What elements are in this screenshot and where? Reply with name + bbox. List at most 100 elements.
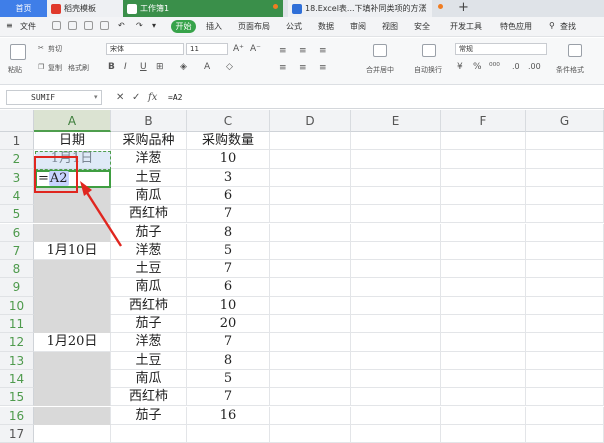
cell-b17[interactable] [111, 424, 187, 443]
cell-b9[interactable]: 南瓜 [111, 278, 187, 297]
cell-b13[interactable]: 土豆 [111, 351, 187, 370]
redo-icon[interactable]: ↷ [136, 21, 143, 30]
cell-b12[interactable]: 洋葱 [111, 333, 187, 352]
cell-c11[interactable]: 20 [187, 315, 270, 334]
copy-icon[interactable]: ❐ [38, 63, 44, 71]
cell-f2[interactable] [441, 150, 526, 169]
merge-icon[interactable] [373, 44, 387, 57]
cell-a16[interactable] [34, 406, 111, 425]
paste-button[interactable]: 粘贴 [8, 65, 22, 75]
cell-f6[interactable] [441, 223, 526, 242]
cell-e4[interactable] [351, 186, 441, 206]
quick-access-dropdown-icon[interactable]: ▾ [152, 21, 156, 30]
cut-button[interactable]: 剪切 [48, 44, 62, 54]
row-header-1[interactable]: 1 [0, 132, 34, 151]
cell-g8[interactable] [526, 260, 604, 279]
font-shrink-icon[interactable]: A⁻ [250, 44, 261, 54]
menu-search[interactable]: 查找 [560, 21, 576, 32]
row-header-5[interactable]: 5 [0, 205, 34, 224]
column-header-d[interactable]: D [270, 110, 351, 132]
align-center-icon[interactable]: ≡ [299, 63, 307, 73]
cell-b10[interactable]: 西红柿 [111, 296, 187, 315]
cell-b5[interactable]: 西红柿 [111, 205, 187, 224]
column-header-a[interactable]: A [34, 110, 111, 132]
column-header-g[interactable]: G [526, 110, 604, 132]
cell-g16[interactable] [526, 406, 604, 425]
cell-e3[interactable] [351, 168, 441, 187]
cell-d17[interactable] [270, 424, 351, 443]
cell-e7[interactable] [351, 241, 441, 261]
font-name-select[interactable]: 宋体 [106, 43, 184, 55]
cell-c12[interactable]: 7 [187, 333, 270, 352]
cell-b14[interactable]: 南瓜 [111, 369, 187, 389]
font-color-icon[interactable]: A [204, 62, 210, 72]
cell-c1[interactable]: 采购数量 [187, 132, 270, 151]
decrease-decimal-icon[interactable]: .00 [528, 62, 541, 71]
cell-a11[interactable] [34, 315, 111, 334]
row-header-7[interactable]: 7 [0, 241, 34, 261]
row-header-13[interactable]: 13 [0, 351, 34, 370]
row-header-2[interactable]: 2 [0, 150, 34, 169]
cell-e5[interactable] [351, 205, 441, 224]
cell-a5[interactable] [34, 205, 111, 224]
cell-a17[interactable] [34, 424, 111, 443]
cell-a15[interactable] [34, 388, 111, 407]
confirm-icon[interactable]: ✓ [132, 92, 140, 103]
tab-home[interactable]: 首页 [0, 0, 47, 17]
column-header-b[interactable]: B [111, 110, 187, 132]
row-header-16[interactable]: 16 [0, 406, 34, 425]
cell-a9[interactable] [34, 278, 111, 297]
menu-file[interactable]: 文件 [20, 21, 36, 32]
copy-button[interactable]: 复制 [48, 63, 62, 73]
cell-c3[interactable]: 3 [187, 168, 270, 187]
tab-template[interactable]: 稻壳模板 [47, 0, 123, 17]
cell-e6[interactable] [351, 223, 441, 242]
cell-f14[interactable] [441, 369, 526, 389]
cell-a6[interactable] [34, 223, 111, 242]
cell-b3[interactable]: 土豆 [111, 168, 187, 187]
cell-c13[interactable]: 8 [187, 351, 270, 370]
cell-g7[interactable] [526, 241, 604, 261]
cell-g4[interactable] [526, 186, 604, 206]
row-header-15[interactable]: 15 [0, 388, 34, 407]
cell-d15[interactable] [270, 388, 351, 407]
cell-f13[interactable] [441, 351, 526, 370]
cell-f17[interactable] [441, 424, 526, 443]
increase-decimal-icon[interactable]: .0 [512, 62, 520, 71]
cell-c2[interactable]: 10 [187, 150, 270, 169]
cell-a14[interactable] [34, 369, 111, 389]
italic-icon[interactable]: I [124, 62, 127, 72]
cell-a1[interactable]: 日期 [34, 132, 111, 151]
cell-b8[interactable]: 土豆 [111, 260, 187, 279]
cell-d5[interactable] [270, 205, 351, 224]
hamburger-icon[interactable]: ≡ [6, 21, 13, 30]
menu-developer[interactable]: 开发工具 [450, 21, 482, 32]
cell-a12[interactable]: 1月20日 [34, 333, 111, 352]
fill-color-icon[interactable]: ◈ [180, 62, 187, 72]
cell-b7[interactable]: 洋葱 [111, 241, 187, 261]
cell-e11[interactable] [351, 315, 441, 334]
cell-b1[interactable]: 采购品种 [111, 132, 187, 151]
cell-g6[interactable] [526, 223, 604, 242]
wrap-text-icon[interactable] [422, 44, 436, 57]
currency-icon[interactable]: ¥ [457, 62, 463, 72]
merge-center-button[interactable]: 合并居中 [366, 65, 394, 75]
undo-icon[interactable]: ↶ [118, 21, 125, 30]
search-icon[interactable]: ⚲ [549, 21, 555, 30]
menu-formulas[interactable]: 公式 [286, 21, 302, 32]
bold-icon[interactable]: B [108, 62, 115, 72]
format-painter-button[interactable]: 格式刷 [68, 63, 89, 73]
conditional-format-icon[interactable] [568, 44, 582, 57]
cell-d2[interactable] [270, 150, 351, 169]
cell-b11[interactable]: 茄子 [111, 315, 187, 334]
cell-g5[interactable] [526, 205, 604, 224]
cell-e17[interactable] [351, 424, 441, 443]
cell-g12[interactable] [526, 333, 604, 352]
font-grow-icon[interactable]: A⁺ [233, 44, 244, 54]
cell-e10[interactable] [351, 296, 441, 315]
close-tab-icon[interactable]: × [420, 2, 428, 12]
cell-d1[interactable] [270, 132, 351, 151]
row-header-4[interactable]: 4 [0, 186, 34, 206]
cell-f3[interactable] [441, 168, 526, 187]
cell-f5[interactable] [441, 205, 526, 224]
